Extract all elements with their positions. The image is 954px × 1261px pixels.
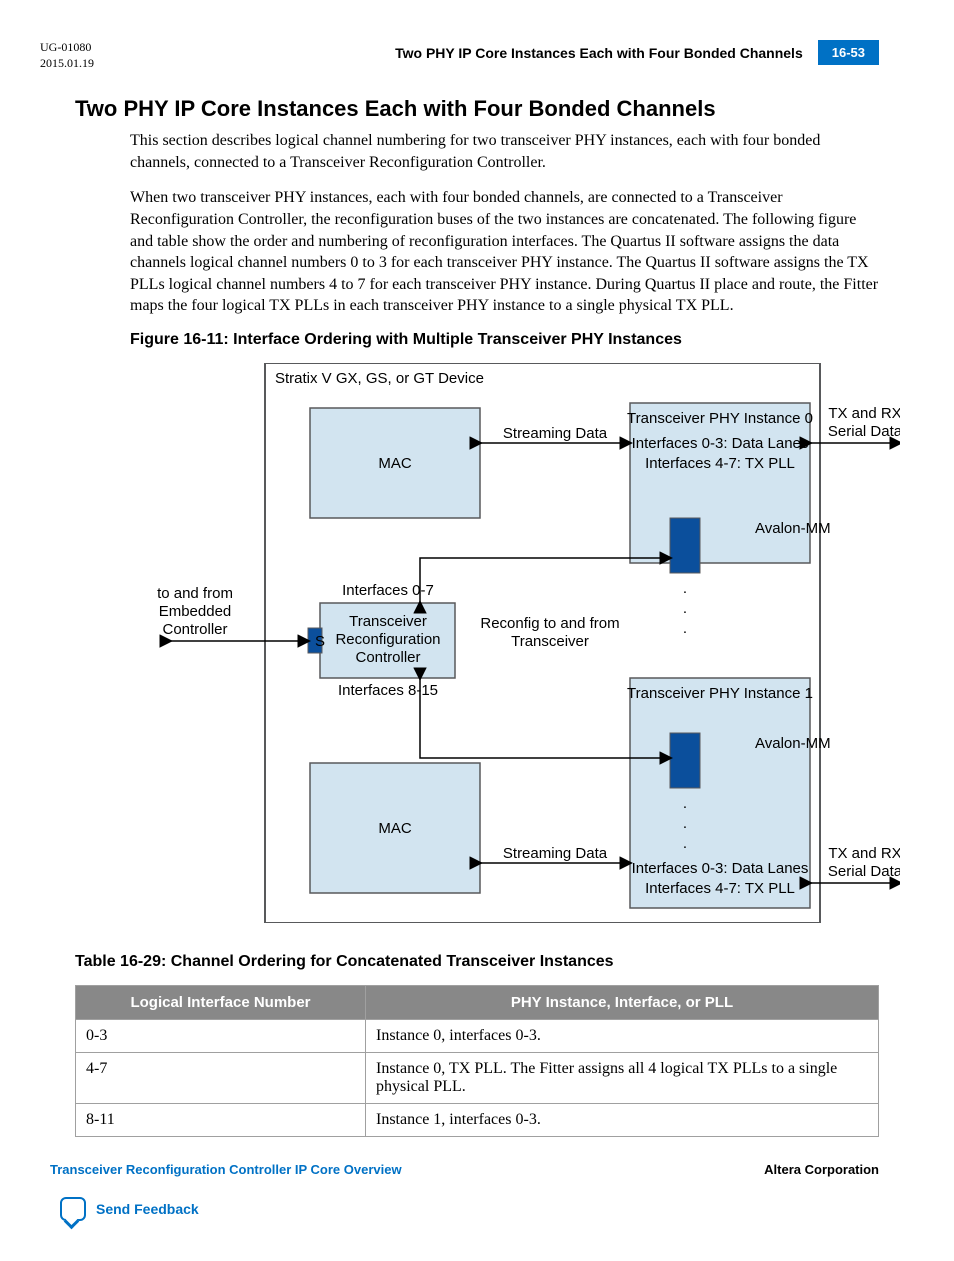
reconfig-l1: Transceiver [349, 613, 427, 630]
content: Two PHY IP Core Instances Each with Four… [0, 96, 954, 1137]
figure-caption: Figure 16-11: Interface Ordering with Mu… [75, 331, 879, 349]
streaming-1: Streaming Data [503, 845, 608, 862]
s-port-label: S [315, 633, 325, 650]
header-right: Two PHY IP Core Instances Each with Four… [395, 40, 879, 65]
phy0-avalon: Avalon-MM [755, 520, 831, 537]
phy0-l1: Interfaces 0-3: Data Lanes [632, 435, 809, 452]
svg-text:.: . [683, 600, 687, 617]
block-diagram-svg: Stratix V GX, GS, or GT Device MAC MAC T… [130, 363, 900, 923]
table-header-1: Logical Interface Number [76, 985, 366, 1019]
phy1-avalon: Avalon-MM [755, 735, 831, 752]
phy1-title: Transceiver PHY Instance 1 [627, 685, 813, 702]
table-caption: Table 16-29: Channel Ordering for Concat… [75, 953, 879, 971]
reconfig-bot: Interfaces 8-15 [338, 682, 438, 699]
send-feedback-link[interactable]: Send Feedback [0, 1187, 954, 1221]
serial0-l1: TX and RX [828, 405, 900, 422]
page-number-badge: 16-53 [818, 40, 879, 65]
channel-ordering-table: Logical Interface Number PHY Instance, I… [75, 985, 879, 1137]
figure-diagram: Stratix V GX, GS, or GT Device MAC MAC T… [75, 363, 879, 928]
reconfig-l3: Controller [355, 649, 420, 666]
doc-date: 2015.01.19 [40, 56, 94, 72]
svg-text:.: . [683, 580, 687, 597]
section-title: Two PHY IP Core Instances Each with Four… [75, 96, 879, 122]
phy1-l1: Interfaces 0-3: Data Lanes [632, 860, 809, 877]
svg-text:.: . [683, 835, 687, 852]
cell: 8-11 [76, 1103, 366, 1136]
streaming-0: Streaming Data [503, 425, 608, 442]
table-header-2: PHY Instance, Interface, or PLL [366, 985, 879, 1019]
serial0-l2: Serial Data [828, 423, 900, 440]
reconfig-lab-l2: Transceiver [511, 633, 589, 650]
embedded-l3: Controller [162, 621, 227, 638]
feedback-label: Send Feedback [96, 1201, 199, 1217]
reconfig-lab-l1: Reconfig to and from [480, 615, 619, 632]
serial1-l2: Serial Data [828, 863, 900, 880]
paragraph-2: When two transceiver PHY instances, each… [75, 187, 879, 317]
phy0-title: Transceiver PHY Instance 0 [627, 410, 813, 427]
table-row: 0-3 Instance 0, interfaces 0-3. [76, 1019, 879, 1052]
cell: 4-7 [76, 1052, 366, 1103]
phy1-l2: Interfaces 4-7: TX PLL [645, 880, 795, 897]
serial1-l1: TX and RX [828, 845, 900, 862]
page-footer: Transceiver Reconfiguration Controller I… [0, 1137, 954, 1187]
device-label: Stratix V GX, GS, or GT Device [275, 370, 484, 387]
phy0-l2: Interfaces 4-7: TX PLL [645, 455, 795, 472]
doc-id: UG-01080 [40, 40, 94, 56]
doc-id-block: UG-01080 2015.01.19 [40, 40, 94, 71]
cell: Instance 1, interfaces 0-3. [366, 1103, 879, 1136]
svg-text:.: . [683, 795, 687, 812]
cell: 0-3 [76, 1019, 366, 1052]
table-row: 8-11 Instance 1, interfaces 0-3. [76, 1103, 879, 1136]
cell: Instance 0, TX PLL. The Fitter assigns a… [366, 1052, 879, 1103]
embedded-l1: to and from [157, 585, 233, 602]
svg-text:.: . [683, 620, 687, 637]
page-header: UG-01080 2015.01.19 Two PHY IP Core Inst… [0, 40, 954, 96]
mac-1-label: MAC [378, 820, 412, 837]
feedback-icon [60, 1197, 86, 1221]
embedded-l2: Embedded [159, 603, 232, 620]
footer-corp: Altera Corporation [764, 1162, 879, 1177]
table-row: 4-7 Instance 0, TX PLL. The Fitter assig… [76, 1052, 879, 1103]
cell: Instance 0, interfaces 0-3. [366, 1019, 879, 1052]
svg-text:.: . [683, 815, 687, 832]
running-title: Two PHY IP Core Instances Each with Four… [395, 45, 803, 61]
mac-0-label: MAC [378, 455, 412, 472]
paragraph-1: This section describes logical channel n… [75, 130, 879, 173]
reconfig-l2: Reconfiguration [335, 631, 440, 648]
footer-chapter-link[interactable]: Transceiver Reconfiguration Controller I… [50, 1162, 402, 1177]
